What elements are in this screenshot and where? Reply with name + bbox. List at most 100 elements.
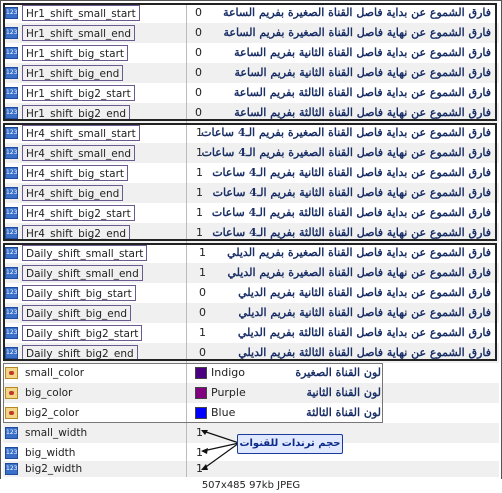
param-value[interactable]: 0 bbox=[195, 105, 202, 121]
color-swatch[interactable] bbox=[195, 387, 207, 399]
param-name: Hr1_shift_big2_end bbox=[22, 105, 131, 121]
integer-icon bbox=[5, 207, 18, 219]
param-note: فارق الشموع عن نهاية فاصل القناة الثالثة… bbox=[234, 106, 491, 119]
color-icon bbox=[5, 407, 18, 419]
param-value[interactable]: 1 bbox=[199, 265, 206, 281]
param-name: small_width bbox=[25, 427, 88, 439]
integer-icon bbox=[5, 227, 18, 239]
param-name: Daily_shift_small_start bbox=[22, 245, 148, 261]
param-name: Daily_shift_small_end bbox=[22, 265, 143, 281]
integer-icon bbox=[5, 463, 18, 475]
param-row[interactable]: Hr4_shift_big_start 1 فارق الشموع عن بدا… bbox=[3, 163, 499, 183]
param-row[interactable]: Daily_shift_big_end 0 فارق الشموع عن نها… bbox=[3, 303, 499, 323]
param-value[interactable]: 0 bbox=[195, 5, 202, 21]
param-value[interactable]: Indigo bbox=[211, 365, 245, 381]
param-note: فارق الشموع عن نهاية فاصل القناة الثانية… bbox=[234, 66, 491, 79]
integer-icon bbox=[5, 127, 18, 139]
param-value[interactable]: 0 bbox=[195, 85, 202, 101]
color-swatch[interactable] bbox=[195, 367, 207, 379]
param-row[interactable]: Hr1_shift_big_end 0 فارق الشموع عن نهاية… bbox=[3, 63, 499, 83]
param-value[interactable]: Purple bbox=[211, 385, 246, 401]
color-icon bbox=[5, 367, 18, 379]
integer-icon bbox=[5, 307, 18, 319]
param-value[interactable]: 1 bbox=[196, 225, 203, 241]
param-name: Daily_shift_big2_start bbox=[22, 325, 143, 341]
param-row[interactable]: Hr4_shift_small_start 1 فارق الشموع عن ب… bbox=[3, 123, 499, 143]
param-row[interactable]: big_color Purple لون القناة الثانية bbox=[3, 383, 499, 403]
param-value[interactable]: 1 bbox=[199, 325, 206, 341]
integer-icon bbox=[5, 267, 18, 279]
param-name: Hr1_shift_big_start bbox=[22, 45, 129, 61]
param-row[interactable]: Hr4_shift_big2_start 1 فارق الشموع عن بد… bbox=[3, 203, 499, 223]
integer-icon bbox=[5, 347, 18, 359]
param-row[interactable]: Hr1_shift_big_start 0 فارق الشموع عن بدا… bbox=[3, 43, 499, 63]
param-row[interactable]: Hr4_shift_big2_end 1 فارق الشموع عن نهاي… bbox=[3, 223, 499, 243]
param-name: big_width bbox=[25, 447, 76, 459]
param-row[interactable]: big2_color Blue لون القناة الثالثة bbox=[3, 403, 499, 423]
param-name: big2_width bbox=[25, 463, 83, 475]
integer-icon bbox=[5, 147, 18, 159]
param-note: فارق الشموع عن نهاية فاصل القناة الثالثة… bbox=[238, 346, 491, 359]
param-name: Hr4_shift_big_end bbox=[22, 185, 124, 201]
integer-icon bbox=[5, 187, 18, 199]
param-row[interactable]: Hr1_shift_small_start 0 فارق الشموع عن ب… bbox=[3, 3, 499, 23]
param-row[interactable]: Daily_shift_small_start 1 فارق الشموع عن… bbox=[3, 243, 499, 263]
param-note: فارق الشموع عن بداية فاصل القناة الثانية… bbox=[238, 286, 491, 299]
integer-icon bbox=[5, 167, 18, 179]
param-row[interactable]: Daily_shift_big2_start 1 فارق الشموع عن … bbox=[3, 323, 499, 343]
param-value[interactable]: 1 bbox=[196, 205, 203, 221]
param-value[interactable]: 0 bbox=[199, 285, 206, 301]
param-name: Hr1_shift_big_end bbox=[22, 65, 124, 81]
color-swatch[interactable] bbox=[195, 407, 207, 419]
param-value[interactable]: 0 bbox=[199, 305, 206, 321]
param-name: small_color bbox=[25, 367, 85, 379]
param-note: لون القناة الصغيرة bbox=[295, 366, 381, 379]
param-value[interactable]: 0 bbox=[199, 345, 206, 361]
param-value[interactable]: 0 bbox=[195, 65, 202, 81]
param-name: Daily_shift_big_end bbox=[22, 305, 132, 321]
integer-icon bbox=[5, 287, 18, 299]
param-note: لون القناة الثانية bbox=[306, 386, 381, 399]
param-name: Hr4_shift_big_start bbox=[22, 165, 129, 181]
param-value[interactable]: Blue bbox=[211, 405, 235, 421]
param-name: big2_color bbox=[25, 407, 80, 419]
integer-icon bbox=[5, 247, 18, 259]
image-info-footer: 507x485 97kb JPEG bbox=[0, 479, 502, 493]
param-value[interactable]: 0 bbox=[195, 45, 202, 61]
param-name: Hr4_shift_big2_start bbox=[22, 205, 135, 221]
integer-icon bbox=[5, 87, 18, 99]
param-note: فارق الشموع عن نهاية فاصل القناة الصغيرة… bbox=[223, 26, 491, 39]
param-row[interactable]: Hr1_shift_small_end 0 فارق الشموع عن نها… bbox=[3, 23, 499, 43]
integer-icon bbox=[5, 327, 18, 339]
param-row[interactable]: Daily_shift_small_end 1 فارق الشموع عن ن… bbox=[3, 263, 499, 283]
param-row[interactable]: Hr4_shift_small_end 1 فارق الشموع عن نها… bbox=[3, 143, 499, 163]
param-note: فارق الشموع عن بداية فاصل القناة الثالثة… bbox=[233, 86, 491, 99]
column-divider bbox=[186, 3, 187, 477]
param-note: فارق الشموع عن بداية فاصل القناة الثانية… bbox=[234, 46, 491, 59]
param-name: big_color bbox=[25, 387, 73, 399]
param-value[interactable]: 1 bbox=[199, 245, 206, 261]
inputs-panel: Hr1_shift_small_start 0 فارق الشموع عن ب… bbox=[0, 0, 502, 480]
param-note: فارق الشموع عن نهاية فاصل القناة الصغيرة… bbox=[227, 266, 491, 279]
param-note: فارق الشموع عن نهاية فاصل القناة الثانية… bbox=[212, 186, 491, 199]
param-value[interactable]: 1 bbox=[196, 185, 203, 201]
param-note: فارق الشموع عن بداية فاصل القناة الصغيرة… bbox=[227, 246, 491, 259]
param-name: Daily_shift_big_start bbox=[22, 285, 136, 301]
param-row[interactable]: Daily_shift_big_start 0 فارق الشموع عن ب… bbox=[3, 283, 499, 303]
param-row[interactable]: Hr1_shift_big2_end 0 فارق الشموع عن نهاي… bbox=[3, 103, 499, 123]
param-row[interactable]: Hr4_shift_big_end 1 فارق الشموع عن نهاية… bbox=[3, 183, 499, 203]
param-row[interactable]: Daily_shift_big2_end 0 فارق الشموع عن نه… bbox=[3, 343, 499, 363]
integer-icon bbox=[5, 67, 18, 79]
param-name: Daily_shift_big2_end bbox=[22, 345, 138, 361]
color-icon bbox=[5, 387, 18, 399]
param-name: Hr4_shift_big2_end bbox=[22, 225, 131, 241]
param-row[interactable]: small_color Indigo لون القناة الصغيرة bbox=[3, 363, 499, 383]
param-row[interactable]: Hr1_shift_big2_start 0 فارق الشموع عن بد… bbox=[3, 83, 499, 103]
param-note: فارق الشموع عن بداية فاصل القناة الثالثة… bbox=[211, 206, 491, 219]
param-note: فارق الشموع عن بداية فاصل القناة الثانية… bbox=[212, 166, 491, 179]
param-note: فارق الشموع عن نهاية فاصل القناة الصغيرة… bbox=[201, 146, 491, 159]
integer-icon bbox=[5, 427, 18, 439]
param-value[interactable]: 1 bbox=[196, 165, 203, 181]
param-row[interactable]: big2_width 1 bbox=[3, 461, 499, 477]
param-value[interactable]: 0 bbox=[195, 25, 202, 41]
